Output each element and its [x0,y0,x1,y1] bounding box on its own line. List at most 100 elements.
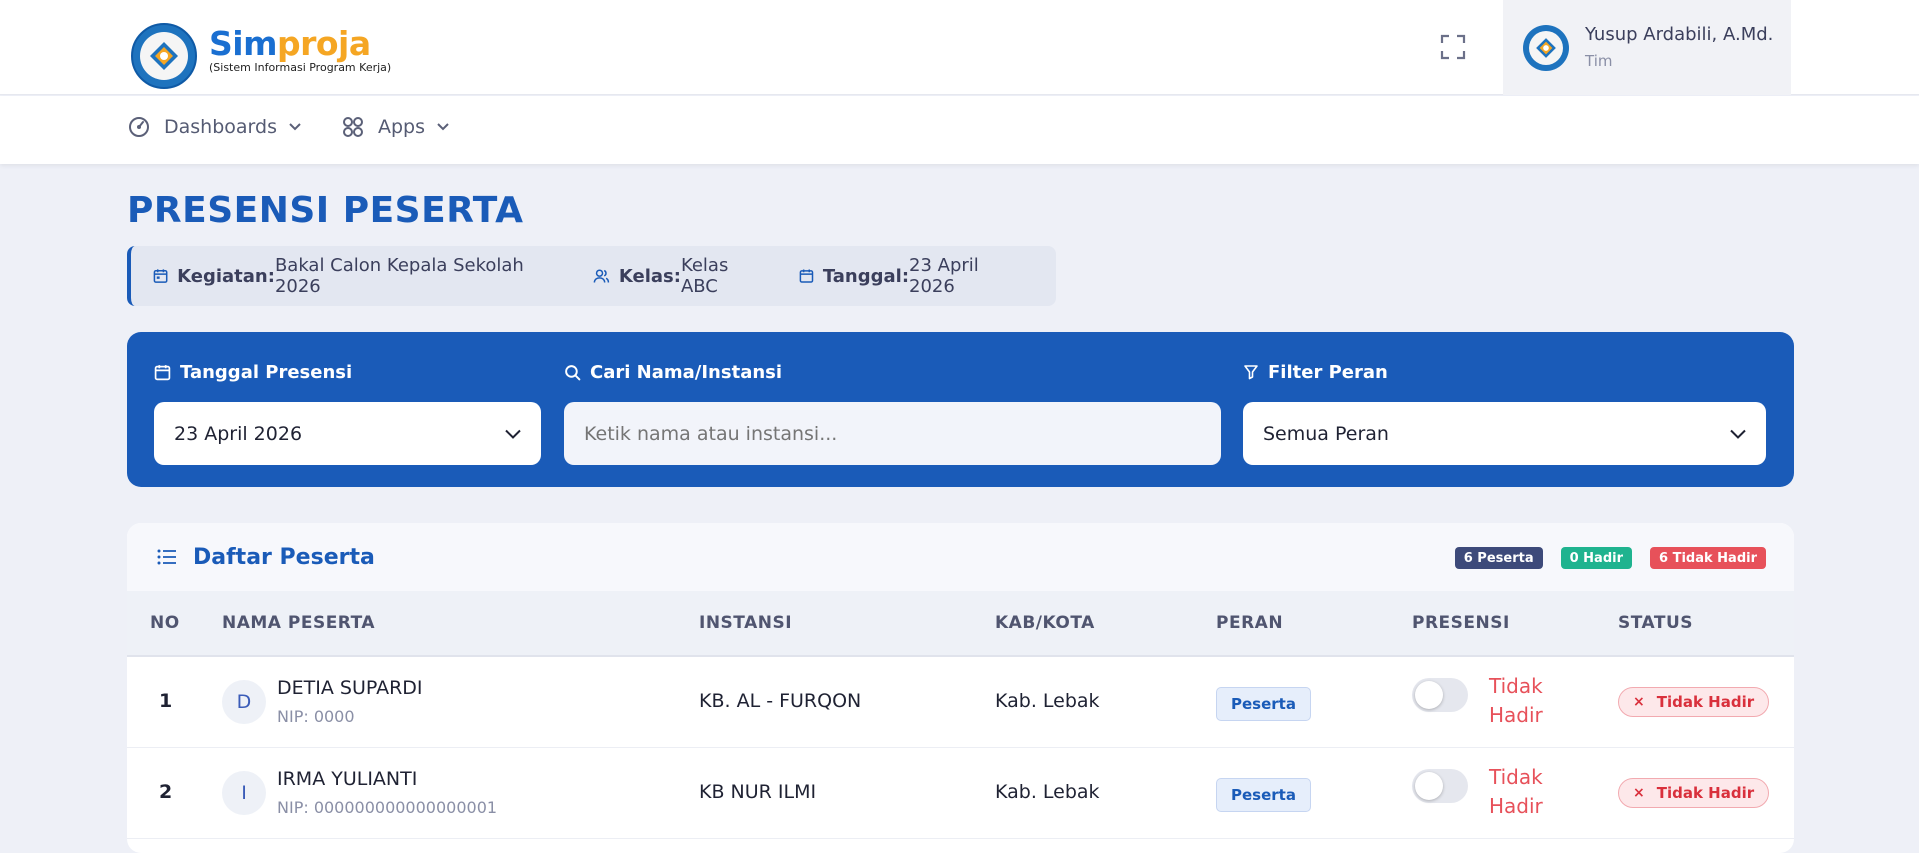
info-bar: Kegiatan: Bakal Calon Kepala Sekolah 2026… [127,246,1056,306]
filter-date-label-text: Tanggal Presensi [180,361,353,383]
info-tanggal-label: Tanggal: [822,265,910,287]
chevron-down-icon [289,123,301,131]
list-icon [157,549,176,565]
fullscreen-icon[interactable] [1440,34,1466,60]
card-header: Daftar Peserta 6 Peserta 0 Hadir 6 Tidak… [127,523,1794,591]
participant-name: DETIA SUPARDI [277,677,423,699]
close-icon: × [1633,694,1645,710]
close-icon: × [1633,785,1645,801]
col-no[interactable]: NO [150,613,180,633]
row-no: 2 [159,781,173,803]
chevron-down-icon [437,123,449,131]
calendar-icon [154,364,171,380]
filter-role-label: Filter Peran [1243,360,1766,384]
brand-subtitle: (Sistem Informasi Program Kerja) [209,61,392,74]
col-presensi[interactable]: PRESENSI [1412,613,1510,633]
top-bar: Simproja (Sistem Informasi Program Kerja… [0,0,1919,95]
chevron-down-icon [505,429,521,439]
table-row: 1 D DETIA SUPARDI NIP: 0000 KB. AL - FUR… [127,657,1794,748]
avatar-emblem [1529,31,1563,65]
participant-name: IRMA YULIANTI [277,768,418,790]
nav-apps-label: Apps [378,116,426,138]
table-row: 2 I IRMA YULIANTI NIP: 00000000000000000… [127,748,1794,839]
presensi-label: Tidak Hadir [1489,674,1543,727]
filter-search-label: Cari Nama/Instansi [564,360,1221,384]
date-select[interactable]: 23 April 2026 [154,402,541,465]
role-badge: Peserta [1216,687,1311,721]
users-icon [593,269,610,283]
user-avatar [1523,25,1569,71]
participant-table-card: Daftar Peserta 6 Peserta 0 Hadir 6 Tidak… [127,523,1794,853]
filter-role: Filter Peran Semua Peran [1243,360,1766,465]
emblem-icon [1536,38,1556,58]
toggle-knob [1415,772,1443,800]
badge-total: 6 Peserta [1454,547,1543,569]
search-input[interactable] [564,402,1221,465]
toggle-knob [1415,681,1443,709]
summary-badges: 6 Peserta 0 Hadir 6 Tidak Hadir [1437,547,1766,569]
filter-date: Tanggal Presensi 23 April 2026 [154,360,541,465]
participant-nip: NIP: 0000 [277,707,355,726]
calendar-icon [153,269,168,283]
brand-name-part1: Sim [209,24,277,63]
badge-tidak-hadir: 6 Tidak Hadir [1650,547,1766,569]
participant-nip: NIP: 000000000000000001 [277,798,498,817]
role-select-value: Semua Peran [1263,422,1389,445]
user-name: Yusup Ardabili, A.Md. [1585,24,1774,45]
participant-avatar: D [222,680,266,724]
logo-emblem [140,32,188,80]
search-icon [565,364,581,380]
status-badge-text: Tidak Hadir [1656,693,1755,711]
calendar-icon [799,269,814,283]
date-select-value: 23 April 2026 [174,422,303,445]
user-role: Tim [1585,52,1613,70]
participant-avatar: I [222,771,266,815]
table-header: NO NAMA PESERTA INSTANSI KAB/KOTA PERAN … [127,591,1794,657]
info-tanggal: Tanggal: 23 April 2026 [799,255,1022,297]
gauge-icon [129,117,149,137]
info-kelas: Kelas: Kelas ABC [593,255,765,297]
col-peran[interactable]: PERAN [1216,613,1283,633]
page-title: PRESENSI PESERTA [127,190,524,231]
nav-dashboards[interactable]: Dashboards [128,116,301,138]
filter-panel: Tanggal Presensi 23 April 2026 Cari Nama… [127,332,1794,487]
participant-kab: Kab. Lebak [995,781,1100,803]
presensi-label: Tidak Hadir [1489,765,1543,818]
status-badge: × Tidak Hadir [1618,778,1770,808]
filter-search: Cari Nama/Instansi [564,360,1221,465]
role-select[interactable]: Semua Peran [1243,402,1766,465]
col-kab[interactable]: KAB/KOTA [995,613,1095,633]
presensi-toggle[interactable] [1412,769,1468,803]
chevron-down-icon [1730,429,1746,439]
participant-instansi: KB NUR ILMI [699,781,817,803]
filter-icon [1244,365,1258,380]
card-title: Daftar Peserta [193,544,375,570]
nav-dashboards-label: Dashboards [164,116,277,138]
info-kegiatan: Kegiatan: Bakal Calon Kepala Sekolah 2026 [153,255,559,297]
info-kegiatan-label: Kegiatan: [177,265,275,287]
brand-name-part2: proja [276,24,371,63]
col-status[interactable]: STATUS [1618,613,1693,633]
participant-kab: Kab. Lebak [995,690,1100,712]
status-badge-text: Tidak Hadir [1656,784,1755,802]
filter-date-label: Tanggal Presensi [154,360,541,384]
role-badge: Peserta [1216,778,1311,812]
brand[interactable]: Simproja (Sistem Informasi Program Kerja… [209,24,391,74]
col-instansi[interactable]: INSTANSI [699,613,792,633]
nav-apps[interactable]: Apps [342,116,449,138]
info-kegiatan-value: Bakal Calon Kepala Sekolah 2026 [274,255,524,297]
col-nama[interactable]: NAMA PESERTA [222,613,375,633]
status-badge: × Tidak Hadir [1618,687,1770,717]
info-kelas-label: Kelas: [618,265,681,287]
presensi-toggle[interactable] [1412,678,1468,712]
row-no: 1 [159,690,173,712]
user-menu[interactable]: Yusup Ardabili, A.Md. Tim [1503,0,1791,95]
grid-icon [343,117,363,137]
info-tanggal-value: 23 April 2026 [909,255,979,297]
emblem-icon [150,42,178,70]
brand-name: Simproja [209,24,391,64]
filter-search-label-text: Cari Nama/Instansi [590,361,783,383]
filter-role-label-text: Filter Peran [1268,361,1388,383]
tut-wuri-logo[interactable] [131,23,197,89]
info-kelas-value: Kelas ABC [680,255,729,297]
